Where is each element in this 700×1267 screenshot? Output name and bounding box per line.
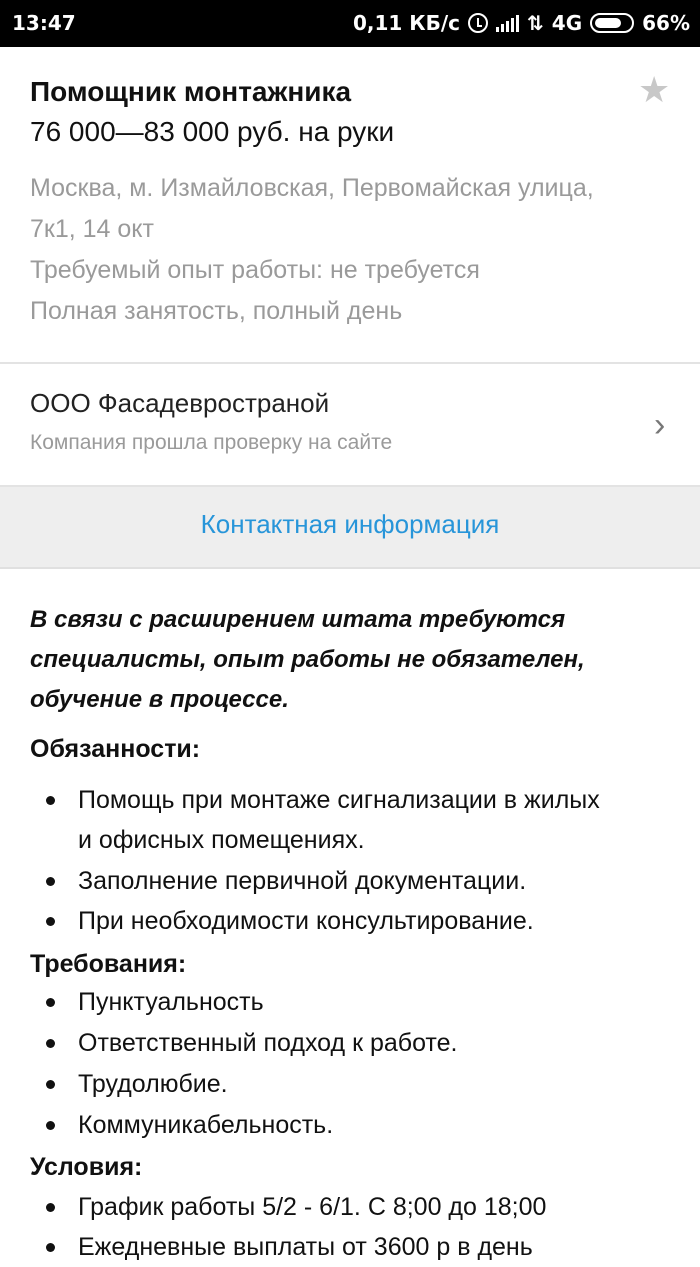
chevron-right-icon[interactable]: › [654, 408, 665, 442]
list-item: Ответственный подход к работе. [78, 1029, 458, 1057]
address-line-1: Москва, м. Измайловская, Первомайская ул… [30, 174, 594, 202]
battery-percent: 66% [642, 11, 690, 35]
intro-text: В связи с расширением штата требуются сп… [30, 600, 670, 720]
list-item: Пунктуальность [78, 988, 264, 1016]
bullet [46, 1039, 55, 1048]
conditions-heading: Условия: [30, 1153, 143, 1181]
bullet [46, 917, 55, 926]
list-item: При необходимости консультирование. [78, 907, 534, 935]
network-speed: 0,11 КБ/с [352, 11, 461, 35]
duties-heading: Обязанности: [30, 735, 201, 763]
intro-line: обучение в процессе. [30, 686, 289, 713]
list-item: Помощь при монтаже сигнализации в жилых … [78, 786, 600, 854]
contact-info-button[interactable]: Контактная информация [0, 509, 700, 540]
vacancy-title: Помощник монтажника [30, 76, 352, 107]
battery-icon [590, 13, 635, 33]
list-item: Трудолюбие. [78, 1070, 228, 1098]
bullet [46, 877, 55, 886]
company-row[interactable] [0, 363, 700, 485]
star-icon[interactable]: ★ [638, 72, 670, 108]
intro-line: специалисты, опыт работы не обязателен, [30, 646, 585, 673]
intro-line: В связи с расширением штата требуются [30, 606, 566, 633]
experience-text: Требуемый опыт работы: не требуется [30, 256, 480, 284]
bullet [46, 1203, 55, 1212]
network-type: 4G [551, 11, 583, 35]
bullet [46, 998, 55, 1007]
status-bar: 13:47 0,11 КБ/с ⇅ 4G 66% [0, 0, 700, 47]
bullet [46, 796, 55, 805]
list-item: Заполнение первичной документации. [78, 867, 527, 895]
bullet [46, 1080, 55, 1089]
company-name: ООО Фасадевространой [30, 388, 330, 418]
alarm-icon [468, 13, 489, 33]
company-verified-text: Компания прошла проверку на сайте [30, 431, 393, 454]
address-line-2: 7к1, 14 окт [30, 215, 154, 243]
signal-icon [496, 14, 520, 32]
bullet [46, 1243, 55, 1252]
status-right: 0,11 КБ/с ⇅ 4G 66% [353, 11, 690, 35]
list-item: Коммуникабельность. [78, 1111, 334, 1139]
list-item: График работы 5/2 - 6/1. С 8;00 до 18;00 [78, 1193, 547, 1221]
list-item: Ежедневные выплаты от 3600 р в день [78, 1233, 533, 1261]
data-arrows-icon: ⇅ [527, 11, 544, 35]
vacancy-salary: 76 000—83 000 руб. на руки [30, 116, 395, 147]
requirements-heading: Требования: [30, 950, 187, 978]
employment-text: Полная занятость, полный день [30, 297, 403, 325]
status-time: 13:47 [12, 11, 76, 35]
bullet [46, 1121, 55, 1130]
